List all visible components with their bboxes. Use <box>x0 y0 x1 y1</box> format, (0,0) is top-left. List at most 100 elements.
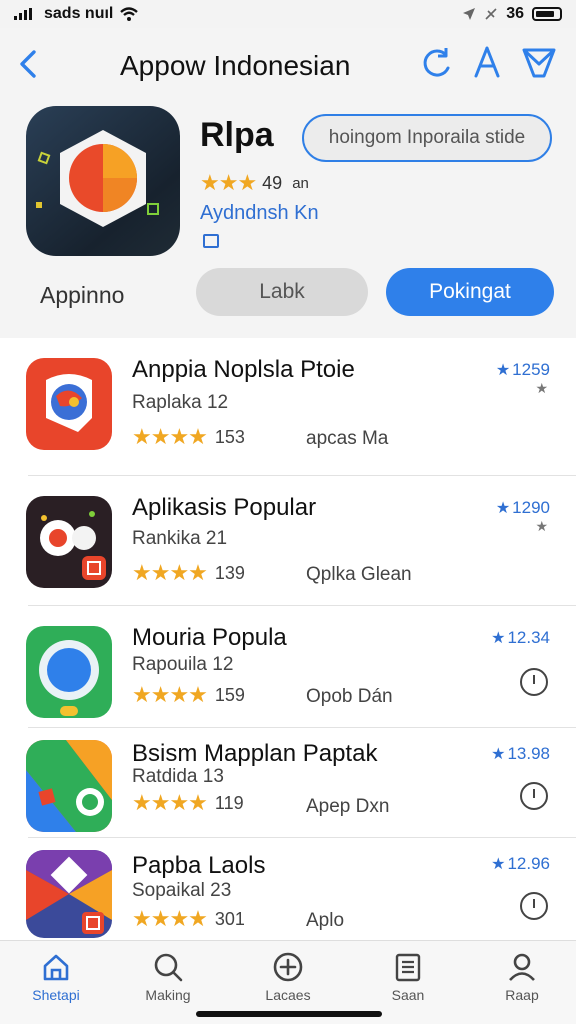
app-subtitle: Ratdida 13 <box>132 766 224 787</box>
app-title: Bsism Mapplan Paptak <box>132 740 378 767</box>
hero-app-name: Rlpa <box>200 116 274 154</box>
star-rating-icon: ★★★★ <box>132 906 208 931</box>
hero-rating-unit: an <box>292 174 309 192</box>
app-score-value: 1290 <box>512 498 550 517</box>
secondary-button[interactable]: Labk <box>196 268 368 316</box>
list-icon <box>395 953 421 982</box>
location-arrow-icon <box>463 8 476 20</box>
app-score: ★ 12.34 <box>491 628 550 648</box>
app-meta: Opob Dán <box>306 686 393 707</box>
tab-label: Raap <box>505 987 539 1003</box>
app-score: ★ 12.96 <box>491 854 550 874</box>
app-subtitle: Sopaikal 23 <box>132 880 232 901</box>
tab-add[interactable]: Lacaes <box>240 951 336 1003</box>
app-icon-3 <box>26 626 112 718</box>
app-icon-1 <box>26 358 112 450</box>
star-rating-icon: ★★★ <box>200 170 257 195</box>
tab-label: Lacaes <box>265 987 311 1003</box>
score-star-icon: ★ <box>495 362 511 379</box>
status-time: 36 <box>506 5 524 22</box>
star-rating-icon: ★★★★ <box>132 682 208 707</box>
app-score-value: 12.34 <box>507 628 550 647</box>
clock-icon[interactable] <box>520 782 548 810</box>
carrier-label: sads nuıl <box>44 5 114 22</box>
hero-logo-icon <box>36 130 159 227</box>
list-item[interactable]: Anppia Noplsla Ptoie Raplaka 12 ★★★★ 153… <box>0 338 576 476</box>
score-star-icon: ★ <box>495 500 511 517</box>
share-icon[interactable] <box>468 44 506 82</box>
search-icon <box>154 953 183 982</box>
profile-icon <box>509 953 535 981</box>
add-icon <box>273 952 303 982</box>
home-icon <box>43 954 69 981</box>
nav-bar: Appow Indonesian <box>0 38 576 90</box>
hero-pill-button[interactable]: hoingom Inporaila stide <box>302 114 552 162</box>
checkbox-icon[interactable] <box>203 234 219 248</box>
app-subtitle: Raplaka 12 <box>132 392 229 413</box>
star-rating-icon: ★★★★ <box>132 790 208 815</box>
wifi-icon <box>120 7 139 21</box>
app-subtitle: Rapouila 12 <box>132 654 234 675</box>
app-subtitle: Rankika 21 <box>132 528 228 549</box>
app-meta: Apep Dxn <box>306 796 390 817</box>
app-meta: Qplka Glean <box>306 564 412 585</box>
tab-label: Saan <box>391 987 425 1003</box>
score-star-icon: ★ <box>491 746 506 763</box>
clock-icon[interactable] <box>520 892 548 920</box>
app-detail-header: Appow Indonesian Rlpa hoingom Inporaila … <box>0 28 576 338</box>
hero-app-icon[interactable] <box>26 106 180 256</box>
refresh-icon[interactable] <box>418 44 456 82</box>
hero-left-label: Appinno <box>40 282 125 308</box>
page-title: Appow Indonesian <box>120 50 351 81</box>
signal-icon <box>14 8 32 20</box>
app-score: ★ 1290 <box>496 498 550 518</box>
list-item[interactable]: Aplikasis Popular Rankika 21 ★★★★ 139 Qp… <box>0 476 576 606</box>
app-icon-2 <box>26 496 112 588</box>
score-star-icon: ★ <box>491 630 506 647</box>
app-rating-count: 159 <box>214 684 245 705</box>
app-rating: ★★★★ 301 <box>132 906 245 932</box>
app-rating-count: 119 <box>214 792 244 813</box>
back-chevron-icon[interactable] <box>14 46 44 82</box>
app-title: Mouria Popula <box>132 624 287 651</box>
clock-icon[interactable] <box>520 668 548 696</box>
list-item[interactable]: Papba Laols Sopaikal 23 ★★★★ 301 Aplo ★ … <box>0 838 576 940</box>
battery-icon <box>532 7 562 21</box>
app-rating-count: 139 <box>214 562 245 583</box>
app-meta: apcas Ma <box>306 428 389 449</box>
app-title: Anppia Noplsla Ptoie <box>132 356 355 383</box>
star-rating-icon: ★★★★ <box>132 424 208 449</box>
app-title: Aplikasis Popular <box>132 494 317 521</box>
tab-search[interactable]: Making <box>120 951 216 1003</box>
app-score: ★ 13.98 <box>491 744 550 764</box>
list-item[interactable]: Mouria Popula Rapouila 12 ★★★★ 159 Opob … <box>0 606 576 728</box>
app-rating: ★★★★ 153 <box>132 424 245 450</box>
app-rating: ★★★★ 119 <box>132 790 244 816</box>
star-rating-icon: ★★★★ <box>132 560 208 585</box>
app-meta: Aplo <box>306 910 345 931</box>
app-score-value: 12.96 <box>507 854 550 873</box>
tab-profile[interactable]: Raap <box>474 951 570 1003</box>
app-score-value: 13.98 <box>507 744 550 763</box>
app-rating-count: 153 <box>214 426 245 447</box>
tab-label: Shetapi <box>32 987 80 1003</box>
tab-home[interactable]: Shetapi <box>8 951 104 1003</box>
mail-icon[interactable] <box>520 44 558 82</box>
app-icon-4 <box>26 740 112 832</box>
home-indicator[interactable] <box>196 1011 382 1017</box>
app-rating: ★★★★ 159 <box>132 682 245 708</box>
hero-developer-link[interactable]: Aydndnsh Kn <box>200 202 319 225</box>
small-star-icon[interactable]: ★ <box>535 380 548 397</box>
tab-list[interactable]: Saan <box>360 951 456 1003</box>
tab-label: Making <box>145 987 191 1003</box>
hero-rating-count: 49 <box>262 172 283 193</box>
small-star-icon[interactable]: ★ <box>535 518 548 535</box>
status-left: sads nuıl <box>14 5 139 23</box>
hero-rating: ★★★ 49 an <box>200 170 309 196</box>
primary-button[interactable]: Pokingat <box>386 268 554 316</box>
status-bar: sads nuıl 36 <box>0 0 576 28</box>
alarm-icon <box>485 8 497 20</box>
list-item[interactable]: Bsism Mapplan Paptak Ratdida 13 ★★★★ 119… <box>0 728 576 838</box>
score-star-icon: ★ <box>491 856 506 873</box>
status-right: 36 <box>462 5 562 23</box>
